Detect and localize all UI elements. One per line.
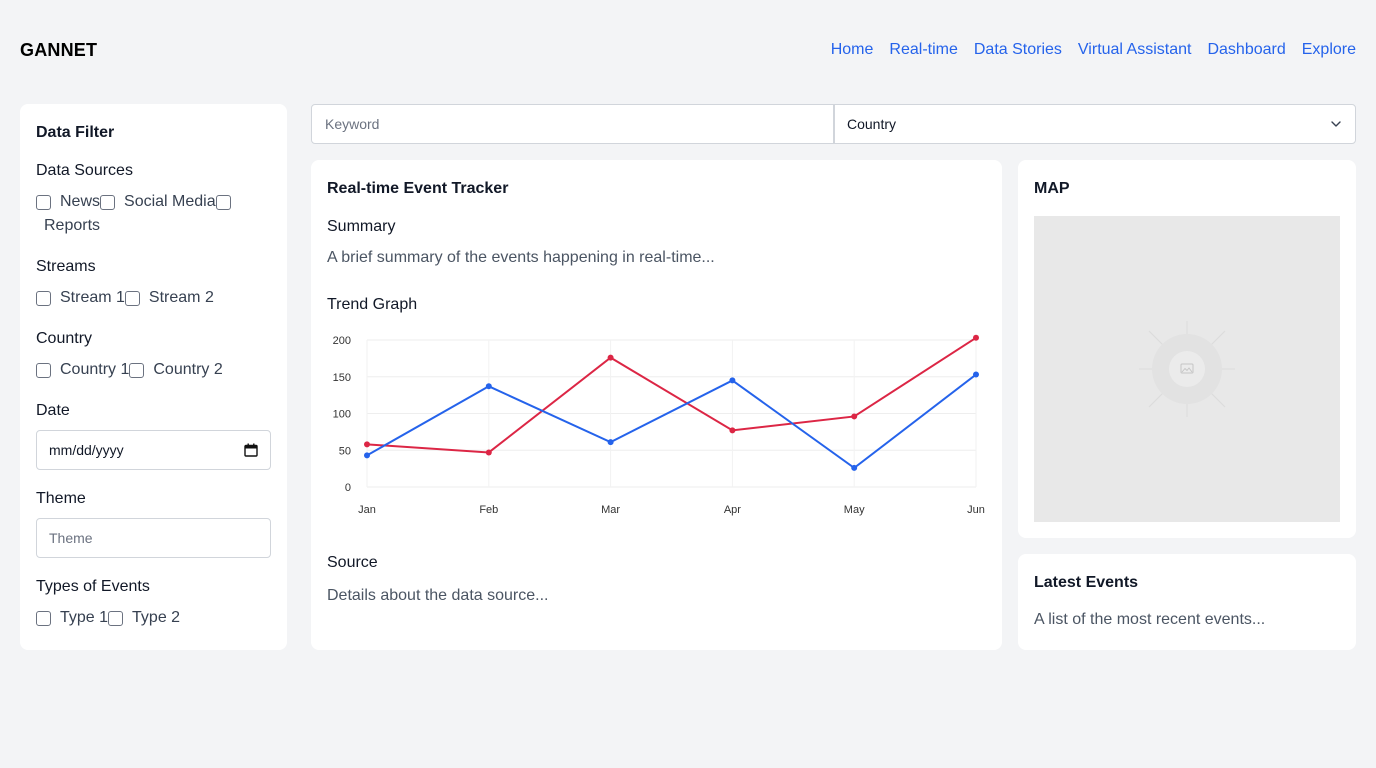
keyword-placeholder: Keyword: [325, 116, 380, 132]
y-tick-label: 100: [333, 409, 351, 421]
source-text: Details about the data source...: [327, 587, 549, 604]
news-label: News: [60, 193, 101, 210]
summary-text: A brief summary of the events happening …: [327, 249, 715, 266]
nav-real-time[interactable]: Real-time: [889, 41, 957, 59]
y-tick-label: 0: [345, 482, 351, 494]
y-tick-label: 150: [333, 372, 351, 384]
tracker-title: Real-time Event Tracker: [327, 180, 509, 197]
reports-checkbox[interactable]: [215, 194, 231, 210]
theme-title: Theme: [36, 490, 86, 507]
country-select[interactable]: Country: [834, 104, 1356, 144]
news-checkbox[interactable]: [36, 194, 51, 210]
type-1-checkbox[interactable]: [36, 610, 51, 626]
theme-input[interactable]: Theme: [36, 518, 271, 558]
data-point-series-1[interactable]: [973, 334, 979, 341]
x-tick-label: Jan: [358, 504, 376, 516]
data-sources-checks: News Social Media Reports: [36, 190, 271, 238]
map-placeholder[interactable]: [1034, 216, 1340, 522]
data-point-series-1[interactable]: [851, 413, 858, 420]
type-1-label: Type 1: [60, 609, 109, 626]
filter-title: Data Filter: [36, 124, 115, 141]
stream-1-option[interactable]: Stream 1: [36, 286, 125, 310]
data-point-series-2[interactable]: [973, 371, 979, 378]
data-point-series-2[interactable]: [607, 439, 614, 446]
nav-dashboard[interactable]: Dashboard: [1207, 41, 1285, 59]
y-tick-label: 200: [333, 335, 351, 347]
image-placeholder-icon: [1139, 321, 1235, 417]
map-card: MAP: [1018, 160, 1356, 538]
country-1-checkbox[interactable]: [36, 362, 51, 378]
data-point-series-1[interactable]: [364, 441, 370, 448]
nav-explore[interactable]: Explore: [1302, 41, 1356, 59]
stream-1-label: Stream 1: [60, 289, 125, 306]
type-1-option[interactable]: Type 1: [36, 606, 108, 630]
app-logo[interactable]: GANNET: [20, 40, 97, 61]
main-nav: Home Real-time Data Stories Virtual Assi…: [831, 41, 1356, 59]
event-types-checks: Type 1 Type 2: [36, 606, 271, 630]
x-tick-label: May: [844, 504, 865, 516]
type-2-label: Type 2: [132, 609, 181, 626]
source-social-option[interactable]: Social Media: [100, 190, 216, 214]
summary-title: Summary: [327, 218, 396, 235]
source-reports-option[interactable]: [215, 190, 240, 214]
data-sources-title: Data Sources: [36, 162, 133, 179]
data-point-series-2[interactable]: [364, 452, 370, 459]
country-1-option[interactable]: Country 1: [36, 358, 129, 382]
x-tick-label: Mar: [601, 504, 620, 516]
stream-2-label: Stream 2: [148, 289, 214, 306]
type-2-option[interactable]: Type 2: [108, 606, 180, 630]
trend-graph-title: Trend Graph: [327, 296, 418, 313]
country-2-option[interactable]: Country 2: [129, 358, 223, 382]
data-point-series-2[interactable]: [485, 383, 492, 390]
nav-home[interactable]: Home: [831, 41, 874, 59]
nav-data-stories[interactable]: Data Stories: [974, 41, 1062, 59]
source-title: Source: [327, 554, 378, 571]
event-tracker-card: Real-time Event Tracker Summary A brief …: [311, 160, 1002, 650]
country-2-checkbox[interactable]: [129, 362, 145, 378]
latest-events-card: Latest Events A list of the most recent …: [1018, 554, 1356, 650]
data-point-series-2[interactable]: [729, 377, 736, 384]
x-tick-label: Apr: [724, 504, 741, 516]
latest-events-title: Latest Events: [1034, 574, 1139, 591]
stream-2-option[interactable]: Stream 2: [124, 286, 214, 310]
date-placeholder: mm/dd/yyyy: [49, 442, 124, 458]
x-tick-label: Jun: [967, 504, 985, 516]
social-media-checkbox[interactable]: [100, 194, 116, 210]
date-input[interactable]: mm/dd/yyyy: [36, 430, 271, 470]
country-filter-title: Country: [36, 330, 93, 347]
top-header: GANNET Home Real-time Data Stories Virtu…: [20, 34, 1356, 66]
date-title: Date: [36, 402, 70, 419]
country-1-label: Country 1: [60, 361, 130, 378]
event-types-title: Types of Events: [36, 578, 150, 595]
calendar-icon[interactable]: [244, 443, 258, 457]
source-news-option[interactable]: News: [36, 190, 100, 214]
stream-1-checkbox[interactable]: [36, 290, 51, 306]
type-2-checkbox[interactable]: [108, 610, 124, 626]
series-line-2: [366, 373, 977, 470]
data-point-series-2[interactable]: [851, 464, 858, 471]
country-checks: Country 1 Country 2: [36, 358, 271, 382]
country-select-value: Country: [847, 116, 897, 132]
y-tick-label: 50: [339, 445, 351, 457]
streams-checks: Stream 1 Stream 2: [36, 286, 271, 310]
map-title: MAP: [1034, 180, 1070, 197]
x-tick-label: Feb: [479, 504, 498, 516]
data-point-series-1[interactable]: [729, 427, 736, 434]
keyword-input[interactable]: Keyword: [311, 104, 834, 144]
country-2-label: Country 2: [153, 361, 223, 378]
data-point-series-1[interactable]: [485, 449, 492, 456]
social-media-label: Social Media: [124, 193, 216, 210]
latest-events-text: A list of the most recent events...: [1034, 611, 1266, 628]
trend-graph: 0 50 100 150 200 Jan Feb Mar Apr May Jun: [333, 334, 985, 516]
reports-label: Reports: [44, 217, 101, 234]
theme-placeholder: Theme: [49, 530, 93, 546]
chevron-down-icon: [1331, 121, 1341, 127]
data-filter-panel: Data Filter Data Sources News Social Med…: [20, 104, 287, 650]
series-line-1: [366, 336, 977, 454]
stream-2-checkbox[interactable]: [124, 290, 140, 306]
data-point-series-1[interactable]: [607, 354, 614, 361]
streams-title: Streams: [36, 258, 96, 275]
nav-virtual-assistant[interactable]: Virtual Assistant: [1078, 41, 1192, 59]
